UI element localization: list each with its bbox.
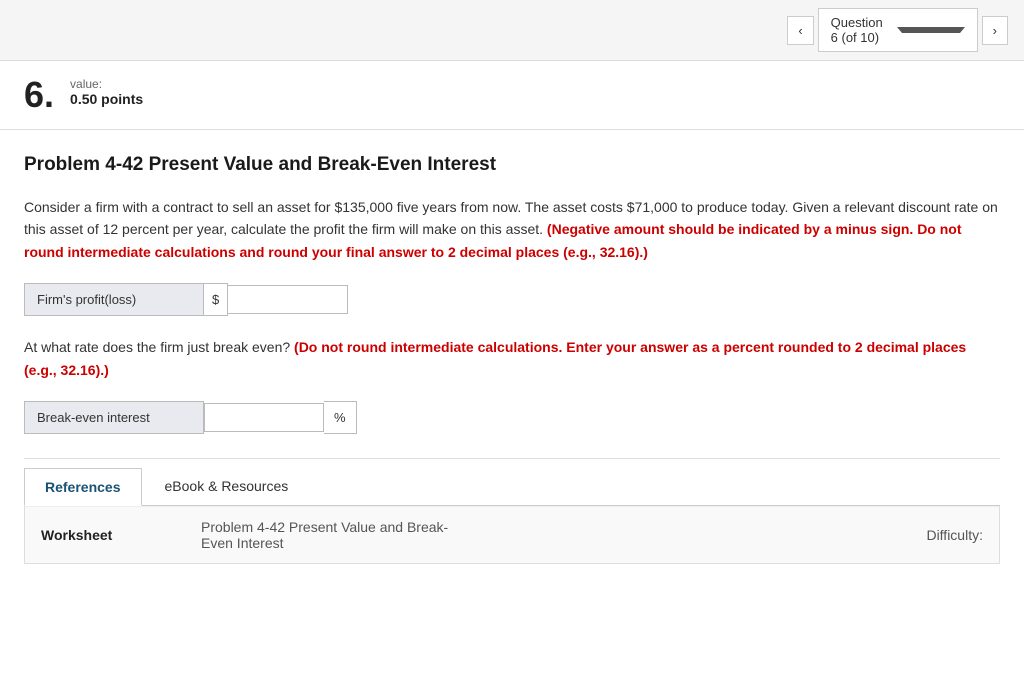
currency-symbol: $: [204, 283, 228, 316]
prev-question-button[interactable]: ‹: [787, 16, 813, 45]
difficulty-label: Difficulty:: [926, 527, 983, 543]
chevron-down-icon: [897, 27, 965, 33]
question-selector[interactable]: Question 6 (of 10): [818, 8, 978, 52]
firm-profit-row: Firm's profit(loss) $: [24, 283, 1000, 316]
value-points: 0.50 points: [70, 91, 143, 107]
worksheet-value-text: Problem 4-42 Present Value and Break-: [201, 519, 448, 535]
firm-profit-input[interactable]: [228, 285, 348, 314]
break-even-label: Break-even interest: [24, 401, 204, 434]
tabs-section: References eBook & Resources Worksheet P…: [24, 458, 1000, 564]
tab-ebook-resources[interactable]: eBook & Resources: [144, 467, 310, 505]
question-value: value: 0.50 points: [70, 77, 143, 107]
references-content: Worksheet Problem 4-42 Present Value and…: [24, 506, 1000, 564]
question-label: Question 6 (of 10): [831, 15, 889, 45]
percent-symbol: %: [324, 401, 357, 434]
break-even-text-main: At what rate does the firm just break ev…: [24, 339, 290, 355]
firm-profit-label: Firm's profit(loss): [24, 283, 204, 316]
worksheet-value-text-2: Even Interest: [201, 535, 284, 551]
break-even-row: Break-even interest %: [24, 401, 1000, 434]
problem-body-text: Consider a firm with a contract to sell …: [24, 196, 1000, 263]
problem-title: Problem 4-42 Present Value and Break-Eve…: [24, 154, 1000, 176]
main-content: Problem 4-42 Present Value and Break-Eve…: [0, 130, 1024, 564]
worksheet-value: Problem 4-42 Present Value and Break- Ev…: [201, 519, 926, 551]
break-even-text: At what rate does the firm just break ev…: [24, 336, 1000, 381]
worksheet-row: Worksheet Problem 4-42 Present Value and…: [25, 506, 999, 563]
worksheet-label: Worksheet: [41, 527, 201, 543]
top-navigation: ‹ Question 6 (of 10) ›: [0, 0, 1024, 61]
question-number: 6.: [24, 77, 54, 113]
next-question-button[interactable]: ›: [982, 16, 1008, 45]
question-header: 6. value: 0.50 points: [0, 61, 1024, 130]
value-label: value:: [70, 77, 143, 91]
tabs-bar: References eBook & Resources: [24, 459, 1000, 506]
tab-references[interactable]: References: [24, 468, 142, 506]
break-even-input[interactable]: [204, 403, 324, 432]
